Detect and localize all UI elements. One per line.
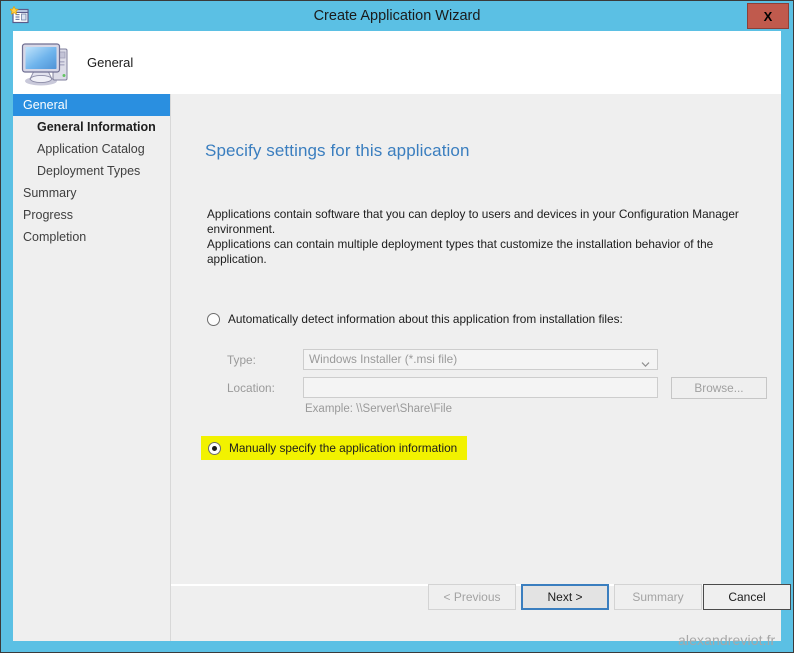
chevron-down-icon xyxy=(641,356,650,368)
summary-button: Summary xyxy=(614,584,702,610)
radio-auto-detect-label: Automatically detect information about t… xyxy=(228,312,623,326)
sidebar-item-progress[interactable]: Progress xyxy=(13,204,73,226)
type-select-value: Windows Installer (*.msi file) xyxy=(309,352,458,366)
wizard-sidebar: General General Information Application … xyxy=(13,94,170,641)
location-label: Location: xyxy=(227,381,275,395)
client-area: General General General Information Appl… xyxy=(13,31,791,641)
sidebar-item-application-catalog[interactable]: Application Catalog xyxy=(13,138,145,160)
watermark: alexandreviot.fr xyxy=(678,632,776,648)
page-title: Specify settings for this application xyxy=(205,141,470,160)
radio-auto-detect-mark[interactable] xyxy=(207,312,220,326)
wizard-content: Specify settings for this application Ap… xyxy=(171,94,781,641)
radio-manual-specify[interactable]: Manually specify the application informa… xyxy=(201,436,468,460)
type-select[interactable]: Windows Installer (*.msi file) xyxy=(303,349,658,370)
title-bar: Create Application Wizard X xyxy=(1,1,793,31)
page-description: Applications contain software that you c… xyxy=(207,207,767,267)
wizard-header: General xyxy=(13,31,781,94)
browse-button[interactable]: Browse... xyxy=(671,377,767,399)
sidebar-item-summary[interactable]: Summary xyxy=(13,182,76,204)
close-icon[interactable]: X xyxy=(747,3,789,29)
description-line-2: Applications can contain multiple deploy… xyxy=(207,237,714,266)
location-example-hint: Example: \\Server\Share\File xyxy=(305,403,453,415)
next-button[interactable]: Next > xyxy=(521,584,609,610)
sidebar-item-general-information[interactable]: General Information xyxy=(13,116,156,138)
window-title: Create Application Wizard xyxy=(313,8,481,24)
type-label: Type: xyxy=(227,353,256,367)
description-line-1: Applications contain software that you c… xyxy=(207,207,739,236)
location-input[interactable] xyxy=(303,377,658,398)
radio-auto-detect[interactable]: Automatically detect information about t… xyxy=(207,312,623,326)
wizard-window: Create Application Wizard X General Gene… xyxy=(0,0,794,653)
wizard-header-label: General xyxy=(87,55,134,70)
cancel-button[interactable]: Cancel xyxy=(703,584,791,610)
computer-icon xyxy=(20,38,74,88)
radio-manual-specify-mark[interactable] xyxy=(208,441,221,455)
sidebar-item-deployment-types[interactable]: Deployment Types xyxy=(13,160,140,182)
sidebar-item-completion[interactable]: Completion xyxy=(13,226,86,248)
sidebar-item-general[interactable]: General xyxy=(13,94,170,116)
radio-manual-specify-label: Manually specify the application informa… xyxy=(229,441,458,455)
previous-button: < Previous xyxy=(428,584,516,610)
